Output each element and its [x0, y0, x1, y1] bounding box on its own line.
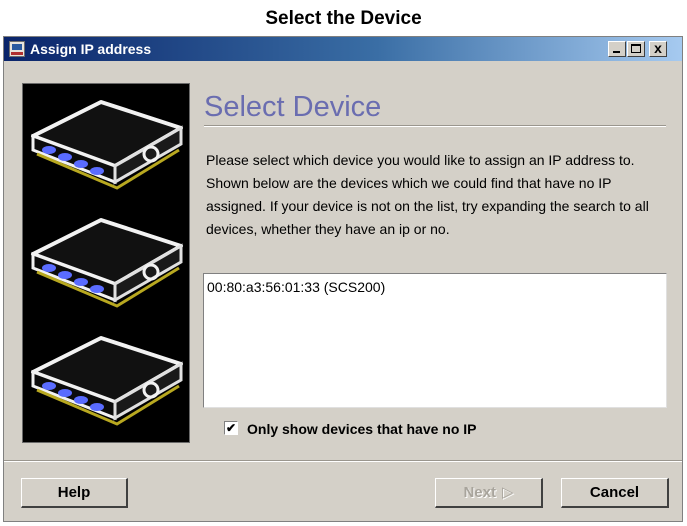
maximize-button[interactable] [627, 41, 645, 57]
title-bar[interactable]: Assign IP address x [4, 37, 682, 61]
help-button[interactable]: Help [21, 478, 128, 508]
title-divider [204, 125, 666, 127]
minimize-icon [613, 51, 620, 53]
window-title: Assign IP address [30, 41, 152, 57]
next-button[interactable]: Next ▷ [435, 478, 543, 508]
close-icon: x [654, 40, 662, 56]
instructions-text: Please select which device you would lik… [206, 152, 649, 237]
next-arrow-icon: ▷ [501, 484, 514, 501]
next-button-label: Next [463, 484, 496, 501]
no-ip-filter-label[interactable]: Only show devices that have no IP [247, 420, 477, 438]
step-title: Select Device [204, 91, 382, 123]
page-heading: Select the Device [265, 8, 422, 29]
device-list[interactable]: 00:80:a3:56:01:33 (SCS200) [203, 273, 667, 408]
footer-divider [4, 460, 682, 462]
minimize-button[interactable] [608, 41, 626, 57]
cancel-button[interactable]: Cancel [561, 478, 669, 508]
device-illustration-top [31, 100, 183, 190]
close-button[interactable]: x [649, 40, 667, 57]
device-illustration-bottom [31, 336, 183, 426]
computer-icon[interactable] [9, 41, 25, 57]
maximize-icon [631, 44, 641, 53]
no-ip-filter-checkbox[interactable]: ✔ [224, 421, 238, 435]
network-device-illustration [22, 83, 190, 443]
assign-ip-dialog: Assign IP address x Select Device Please… [3, 36, 683, 522]
list-item[interactable]: 00:80:a3:56:01:33 (SCS200) [207, 278, 385, 296]
device-illustration-middle [31, 218, 183, 308]
